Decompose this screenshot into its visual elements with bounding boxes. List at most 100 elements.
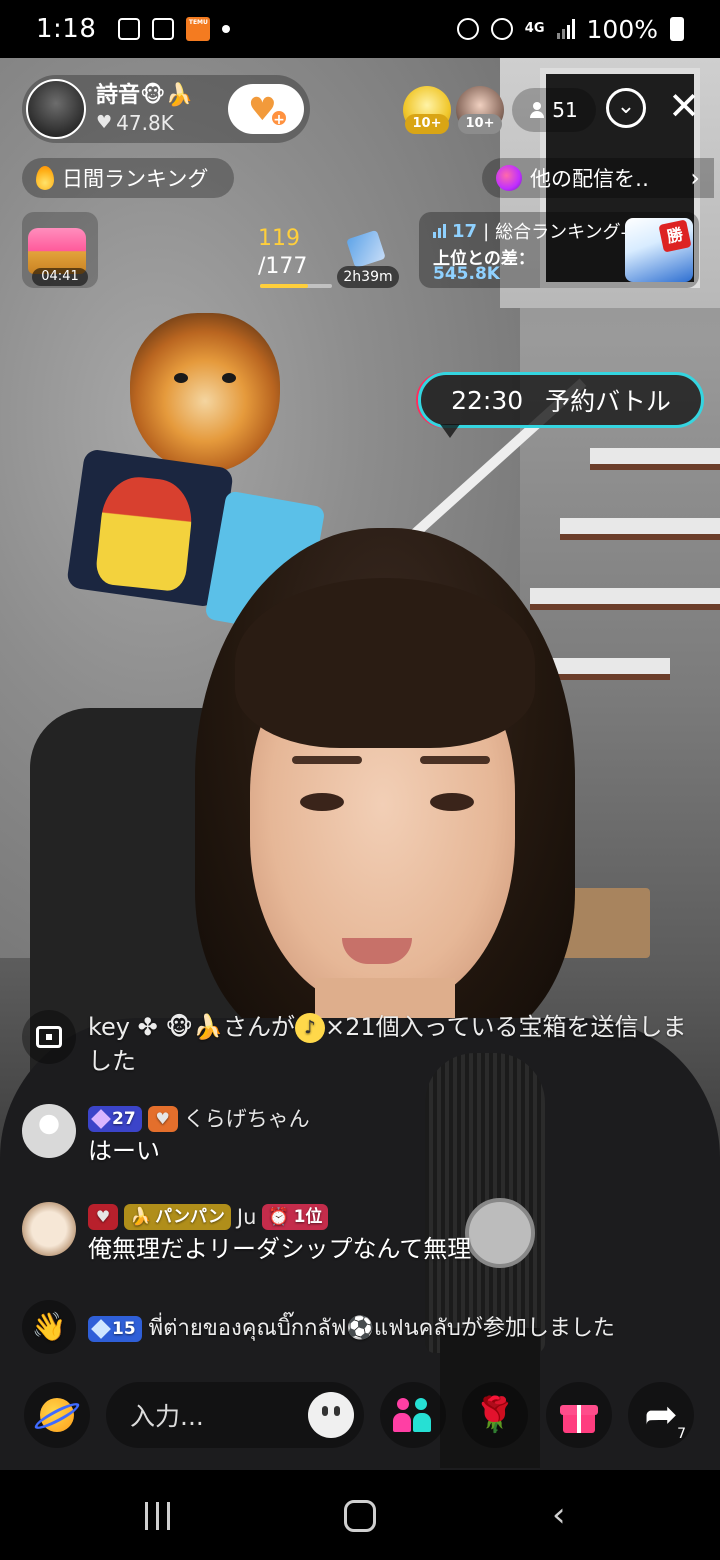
alarm-icon: ⏰ [268, 1207, 290, 1227]
viewer-count[interactable]: 51 [512, 88, 596, 132]
share-count: 7 [677, 1426, 686, 1442]
comment-username[interactable]: Ju [237, 1202, 257, 1232]
bottom-action-bar: 入力... 🌹 ➦ 7 [0, 1378, 720, 1458]
comment-prefix: key ✤ 🐵🍌さんが [88, 1013, 296, 1041]
temu-app-icon: TEMU [186, 17, 211, 41]
home-button[interactable] [344, 1500, 376, 1532]
scheduled-battle-banner[interactable]: 22:30 予約バトル [418, 372, 704, 428]
person-icon [530, 102, 545, 118]
comment-system-icon: 👋 [22, 1300, 76, 1354]
treasure-chest-icon [36, 1026, 62, 1048]
share-button[interactable]: ➦ 7 [628, 1382, 694, 1448]
join-message: พี่ต่ายของคุณบิ๊กกลัฟ⚽แฟนคลับが参加しました [148, 1316, 615, 1341]
chevron-down-icon[interactable]: ⌄ [606, 88, 646, 128]
rank-text: 1位 [293, 1207, 323, 1227]
daily-ranking-label: 日間ランキング [62, 167, 209, 191]
fan-club-name: パンパン [155, 1207, 225, 1227]
host-avatar[interactable] [26, 79, 86, 139]
comment-input-placeholder: 入力... [130, 1402, 204, 1431]
comment-avatar[interactable] [22, 1104, 76, 1158]
stair-step [560, 518, 720, 540]
comment-text: はーい [88, 1137, 160, 1165]
level-badge: 15 [88, 1316, 142, 1342]
comment-text: key ✤ 🐵🍌さんが ♪ ×21個入っている宝箱を送信しました [88, 1010, 702, 1078]
alarm-icon [456, 18, 479, 40]
separator: | [483, 220, 490, 242]
tiger-head-decoration [130, 313, 280, 473]
comment-item[interactable]: 27 ♥ くらげちゃん はーい [22, 1104, 702, 1168]
stair-step [590, 448, 720, 470]
other-streams-button[interactable]: 他の配信を‥ › [482, 158, 714, 198]
back-button[interactable]: ‹ [552, 1498, 566, 1532]
battle-banner-tail [440, 424, 460, 438]
fan-heart-badge: ♥ [147, 1106, 178, 1132]
host-name: 詩音🐵🍌 [96, 83, 193, 108]
status-system-icons: 4G 100% [456, 0, 684, 58]
comment-item[interactable]: ♥ 🍌 パンパン Ju ⏰ 1位 俺無理だよリーダシップなんて無理 [22, 1202, 702, 1266]
more-notifications-dot [222, 25, 231, 33]
comment-avatar[interactable] [22, 1202, 76, 1256]
rose-icon: 🌹 [473, 1395, 517, 1435]
treasure-timer: 04:41 [32, 268, 88, 286]
chevron-right-icon: › [690, 164, 700, 192]
total-ranking-card[interactable]: 17 | 総合ランキング-総合 上位との差： 545.8K 勝 [419, 212, 699, 288]
comment-username[interactable]: くらげちゃん [184, 1104, 310, 1134]
comment-meta: ♥ 🍌 パンパン Ju ⏰ 1位 [88, 1202, 702, 1232]
gift-goal-timer: 2h39m [337, 266, 399, 288]
rank-badge: ⏰ 1位 [262, 1204, 329, 1230]
host-profile-card[interactable]: 詩音🐵🍌 ♥ 47.8K ♥ + [22, 75, 310, 143]
comment-text: 15 พี่ต่ายของคุณบิ๊กกลัฟ⚽แฟนคลับが参加しました [88, 1312, 702, 1346]
level-badge: 27 [88, 1106, 142, 1132]
signal-icon [556, 19, 575, 39]
top-viewer-badge: 10+ [458, 114, 502, 134]
emoji-icon[interactable] [308, 1392, 354, 1438]
close-icon[interactable]: ✕ [662, 84, 706, 128]
comment-text: 俺無理だよリーダシップなんて無理 [88, 1235, 472, 1263]
gift-goal-progress [260, 284, 332, 288]
level-number: 27 [112, 1109, 136, 1129]
comment-item[interactable]: key ✤ 🐵🍌さんが ♪ ×21個入っている宝箱を送信しました [22, 1010, 702, 1078]
host-likes: ♥ 47.8K [96, 110, 226, 136]
streamer-brow [292, 756, 362, 764]
fan-heart-badge: ♥ [88, 1204, 118, 1230]
gift-button[interactable] [546, 1382, 612, 1448]
recent-apps-button[interactable] [145, 1502, 170, 1530]
host-info[interactable]: 詩音🐵🍌 ♥ 47.8K [96, 82, 226, 136]
planet-icon [496, 165, 522, 191]
fan-club-badge: 🍌 パンパン [124, 1204, 231, 1230]
victory-badge-icon: 勝 [625, 218, 693, 282]
banana-icon: 🍌 [130, 1207, 152, 1227]
comment-meta: 27 ♥ くらげちゃん [88, 1104, 702, 1134]
share-icon: ➦ [644, 1392, 678, 1438]
gift-goal-progress-fill [260, 284, 309, 288]
battery-icon [670, 17, 684, 41]
streamer-eye [430, 793, 474, 811]
follow-button[interactable]: ♥ + [228, 84, 304, 134]
streamer-brow [420, 756, 490, 764]
battle-label: 予約バトル [545, 387, 671, 416]
heart-plus-icon: ♥ + [248, 91, 288, 128]
heart-icon: ♥ [96, 112, 113, 133]
gift-goal-target[interactable]: /177 [258, 254, 307, 279]
flame-icon [36, 166, 54, 190]
multi-guest-button[interactable] [380, 1382, 446, 1448]
treasure-chest-card[interactable]: 04:41 [22, 212, 98, 288]
rose-gift-button[interactable]: 🌹 [462, 1382, 528, 1448]
victory-badge-text: 勝 [658, 219, 692, 253]
gem-icon [91, 1319, 111, 1339]
planet-button[interactable] [24, 1382, 90, 1448]
comment-item[interactable]: 👋 15 พี่ต่ายของคุณบิ๊กกลัฟ⚽แฟนคลับが参加しまし… [22, 1300, 702, 1354]
gap-value: 545.8K [433, 264, 500, 284]
wave-hand-icon: 👋 [31, 1310, 67, 1343]
gift-icon [560, 1397, 598, 1433]
daily-ranking-button[interactable]: 日間ランキング [22, 158, 234, 198]
status-notification-icons: TEMU [118, 17, 231, 41]
viewer-count-value: 51 [552, 98, 578, 122]
comment-system-icon [22, 1010, 76, 1064]
bar-chart-icon [433, 224, 446, 238]
battery-percent: 100% [586, 14, 658, 44]
gift-goal-current[interactable]: 119 [258, 226, 300, 251]
gift-box-icon[interactable] [334, 228, 386, 270]
streamer-bangs [235, 578, 535, 748]
people-icon [393, 1398, 433, 1432]
